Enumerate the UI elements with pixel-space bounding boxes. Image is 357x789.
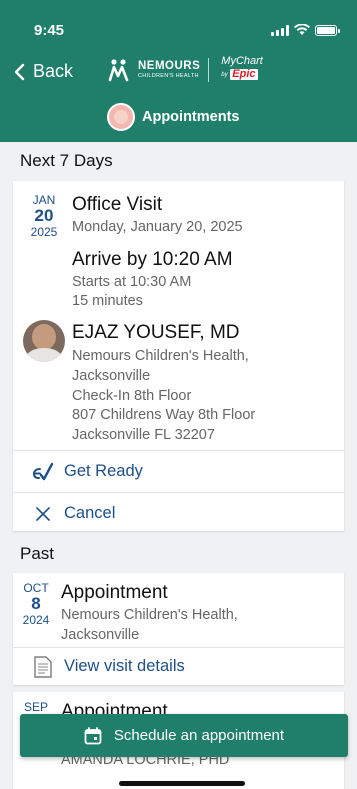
upcoming-appointment-card[interactable]: JAN 20 2025 Office Visit Monday, January… xyxy=(13,181,344,531)
provider-name[interactable]: EJAZ YOUSEF, MD xyxy=(72,322,240,344)
section-heading-upcoming: Next 7 Days xyxy=(20,151,113,170)
appointment-location-city: Jacksonville xyxy=(61,627,140,643)
date-day: 20 xyxy=(34,206,54,226)
brand-logos: NEMOURS CHILDREN'S HEALTH MyChart by Epi… xyxy=(108,56,267,84)
appointment-date-badge: JAN 20 2025 xyxy=(22,193,66,239)
logo-divider xyxy=(208,58,210,82)
date-day: 8 xyxy=(31,594,41,614)
battery-icon xyxy=(315,24,340,36)
signal-icon xyxy=(271,24,289,36)
get-ready-button[interactable]: Get Ready xyxy=(13,450,344,492)
provider-location: Nemours Children's Health, xyxy=(72,348,249,364)
nemours-logo-icon xyxy=(108,59,129,82)
schedule-appointment-button[interactable]: Schedule an appointment xyxy=(20,714,348,757)
wifi-icon xyxy=(294,24,310,35)
provider-location-city: Jacksonville xyxy=(72,368,151,384)
document-icon xyxy=(30,654,56,680)
view-visit-details-button[interactable]: View visit details xyxy=(13,647,344,685)
get-ready-label: Get Ready xyxy=(64,462,143,480)
provider-photo xyxy=(23,320,65,362)
arrive-by-time: Arrive by 10:20 AM xyxy=(72,249,233,270)
page-title-row: Appointments xyxy=(107,103,239,131)
appointment-date-badge: OCT 8 2024 xyxy=(14,581,58,627)
chevron-left-icon xyxy=(14,63,25,80)
status-icons xyxy=(271,24,340,36)
department: Check-In 8th Floor xyxy=(72,388,192,404)
date-month: SEP xyxy=(23,700,48,714)
back-label: Back xyxy=(33,61,74,81)
schedule-appointment-label: Schedule an appointment xyxy=(113,727,285,744)
appointment-type: Appointment xyxy=(61,582,168,603)
cancel-label: Cancel xyxy=(64,504,116,522)
address-line-1: 807 Childrens Way 8th Floor xyxy=(72,407,256,423)
epic-wordmark: Epic xyxy=(230,68,258,80)
status-time: 9:45 xyxy=(34,22,65,39)
patient-avatar[interactable] xyxy=(107,103,135,131)
app-header: 9:45 Back NEMOURS CHILDREN'S HEALTH MyCh xyxy=(0,0,357,142)
cancel-button[interactable]: Cancel xyxy=(13,492,344,534)
date-year: 2025 xyxy=(30,224,58,239)
date-year: 2024 xyxy=(22,612,50,627)
appointment-type: Office Visit xyxy=(72,194,163,215)
start-time: Starts at 10:30 AM xyxy=(72,274,192,290)
past-appointment-card[interactable]: OCT 8 2024 Appointment Nemours Children'… xyxy=(13,573,344,685)
appointment-date-badge: SEP xyxy=(14,700,58,714)
appointment-date: Monday, January 20, 2025 xyxy=(72,219,243,235)
home-indicator[interactable] xyxy=(119,781,245,786)
back-button[interactable]: Back xyxy=(13,61,73,82)
view-visit-details-label: View visit details xyxy=(64,657,185,675)
appointment-location: Nemours Children's Health, xyxy=(61,607,238,623)
mychart-logo: MyChart by Epic xyxy=(217,56,267,84)
nemours-name: NEMOURS xyxy=(138,60,201,72)
section-heading-past: Past xyxy=(20,544,55,563)
page-title: Appointments xyxy=(142,109,240,125)
calendar-icon xyxy=(84,726,102,744)
mychart-by: by xyxy=(221,72,228,78)
echeckin-icon xyxy=(30,459,56,485)
nemours-wordmark: NEMOURS CHILDREN'S HEALTH xyxy=(138,60,201,79)
mychart-wordmark: MyChart xyxy=(221,55,263,67)
close-icon xyxy=(30,501,56,527)
duration: 15 minutes xyxy=(72,293,143,309)
address-line-2: Jacksonville FL 32207 xyxy=(72,427,215,443)
nemours-subtitle: CHILDREN'S HEALTH xyxy=(138,72,199,79)
